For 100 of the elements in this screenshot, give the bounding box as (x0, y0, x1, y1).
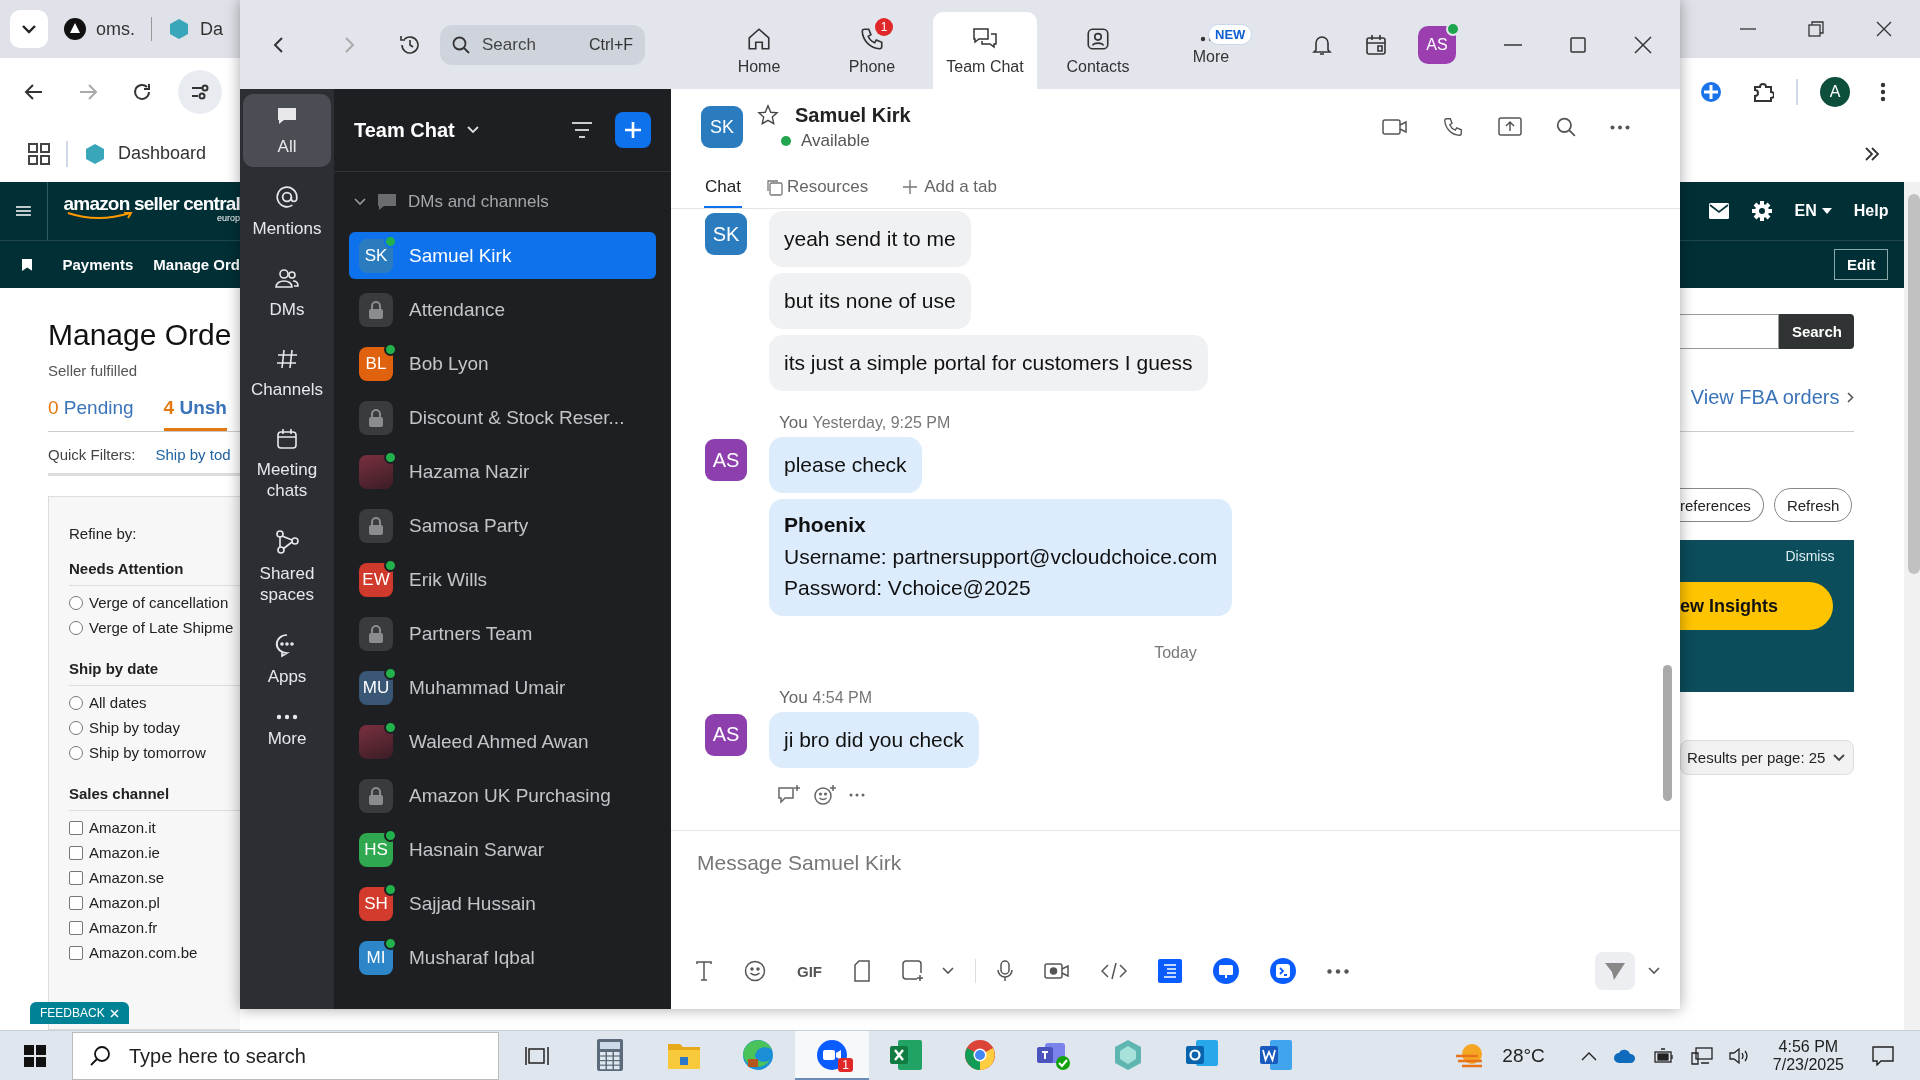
filter-icon[interactable] (571, 121, 593, 139)
taskbar-search-field[interactable]: Type here to search (72, 1032, 499, 1080)
search-icon[interactable] (1556, 117, 1576, 137)
close-icon[interactable] (1634, 35, 1652, 54)
reply-icon[interactable] (777, 783, 801, 806)
sidebar-item[interactable]: More (243, 704, 331, 760)
bookmark-link[interactable]: Dashboard (84, 142, 207, 165)
chat-tab[interactable]: Resources (763, 168, 870, 208)
screenshot-button[interactable] (902, 960, 954, 982)
radio-button[interactable] (69, 695, 83, 710)
nav-tab[interactable]: 1 Phone (820, 12, 924, 89)
caret-icon[interactable] (1648, 967, 1660, 975)
video-icon[interactable] (1382, 118, 1408, 136)
scrollbar-thumb[interactable] (1663, 665, 1672, 801)
reload-icon[interactable] (132, 81, 152, 102)
sidebar-item[interactable]: Channels (243, 336, 331, 410)
send-button[interactable] (1595, 952, 1635, 990)
back-icon[interactable] (24, 81, 44, 102)
message-input[interactable]: Message Samuel Kirk (695, 845, 1660, 881)
conversation-item[interactable]: SK Samuel Kirk (349, 232, 656, 279)
task-view-icon[interactable] (525, 1045, 551, 1067)
dismiss-link[interactable]: Dismiss (1785, 548, 1835, 564)
nav-tab[interactable]: Home (707, 12, 811, 89)
text-format-icon[interactable] (695, 961, 713, 981)
browser-tab[interactable]: Da (162, 18, 230, 40)
back-icon[interactable] (272, 35, 284, 54)
sidebar-item[interactable]: Mentions (243, 174, 331, 250)
file-icon[interactable] (853, 960, 871, 982)
results-per-page-dropdown[interactable]: Results per page: 25 (1680, 740, 1855, 775)
menu-icon[interactable] (1880, 81, 1886, 102)
more-bookmarks-icon[interactable] (1864, 146, 1880, 161)
menu-icon[interactable] (16, 203, 31, 219)
extension-icon[interactable] (1700, 80, 1722, 103)
checkbox[interactable] (69, 895, 83, 910)
conversation-item[interactable]: Amazon UK Purchasing (349, 772, 656, 819)
chat-tab[interactable]: Chat (704, 168, 742, 208)
nav-link[interactable]: Payments (62, 256, 134, 273)
code-icon[interactable] (1101, 962, 1127, 980)
bookmark-icon[interactable] (22, 257, 33, 272)
scrollbar-thumb[interactable] (1908, 194, 1920, 574)
mail-icon[interactable] (1708, 203, 1729, 219)
gif-button[interactable]: GIF (797, 962, 822, 980)
conversation-item[interactable]: Hazama Nazir (349, 448, 656, 495)
profile-avatar[interactable]: A (1820, 76, 1850, 107)
filter-link[interactable]: Ship by tod (155, 446, 231, 463)
notification-icon[interactable] (1872, 1046, 1894, 1066)
checkbox[interactable] (69, 920, 83, 935)
conversation-item[interactable]: SH Sajjad Hussain (349, 880, 656, 927)
language-dropdown[interactable]: EN (1794, 202, 1832, 220)
checkbox[interactable] (69, 945, 83, 960)
sidebar-item[interactable]: DMs (243, 256, 331, 330)
calculator-icon[interactable] (597, 1038, 623, 1071)
new-chat-button[interactable] (615, 112, 651, 148)
list-title-dropdown[interactable]: Team Chat (354, 118, 479, 142)
restore-icon[interactable] (1808, 21, 1824, 37)
network-icon[interactable] (1690, 1047, 1713, 1065)
search-button[interactable]: Search (1779, 314, 1855, 349)
help-link[interactable]: Help (1853, 202, 1889, 220)
more-icon[interactable] (1610, 124, 1630, 130)
star-icon[interactable] (757, 104, 779, 126)
more-icon[interactable] (1327, 968, 1349, 974)
sidebar-item[interactable]: All (243, 94, 331, 168)
page-button[interactable]: Refresh (1773, 488, 1853, 522)
checkbox[interactable] (69, 870, 83, 885)
conversation-item[interactable]: Attendance (349, 286, 656, 333)
nav-tab[interactable]: Contacts (1046, 12, 1150, 89)
cloud-icon[interactable] (1612, 1048, 1637, 1064)
conversation-item[interactable]: Waleed Ahmed Awan (349, 718, 656, 765)
nav-link[interactable]: Manage Ord (153, 256, 240, 273)
profile-avatar[interactable]: AS (1418, 25, 1456, 64)
order-tab[interactable]: 4 Unsh (163, 393, 227, 431)
video-app-icon[interactable] (816, 1038, 848, 1071)
page-button[interactable]: references (1680, 488, 1764, 522)
insights-button[interactable]: ew Insights (1680, 582, 1833, 630)
conversation-item[interactable]: BL Bob Lyon (349, 340, 656, 387)
nav-tab[interactable]: NEW More (1159, 12, 1263, 89)
calendar-icon[interactable] (1364, 32, 1388, 57)
chevron-up-icon[interactable] (1580, 1051, 1597, 1061)
spreadsheet-icon[interactable] (890, 1039, 922, 1070)
conversation-item[interactable]: Partners Team (349, 610, 656, 657)
search-input[interactable]: Type here to search (127, 1043, 471, 1069)
weather-temperature[interactable]: 28°C (1502, 1045, 1545, 1067)
section-header[interactable]: DMs and channels (334, 172, 671, 232)
phone-icon[interactable] (1442, 116, 1464, 138)
edit-button[interactable]: Edit (1834, 249, 1889, 280)
conversation-item[interactable]: Samosa Party (349, 502, 656, 549)
emoji-icon[interactable] (813, 783, 837, 806)
puzzle-icon[interactable] (1752, 80, 1774, 103)
feedback-button[interactable]: FEEDBACK (30, 1002, 129, 1024)
browser-tab[interactable]: oms. (58, 18, 141, 40)
start-icon[interactable] (24, 1045, 46, 1067)
document-icon[interactable] (1158, 959, 1182, 983)
battery-icon[interactable] (1652, 1048, 1675, 1064)
fba-link[interactable]: View FBA orders (1690, 386, 1855, 409)
emoji-icon[interactable] (744, 960, 766, 982)
volume-icon[interactable] (1728, 1047, 1751, 1065)
whiteboard-icon[interactable] (1213, 958, 1239, 984)
maximize-icon[interactable] (1570, 36, 1586, 53)
clock-time[interactable]: 4:56 PM (1778, 1038, 1839, 1056)
conversation-item[interactable]: EW Erik Wills (349, 556, 656, 603)
